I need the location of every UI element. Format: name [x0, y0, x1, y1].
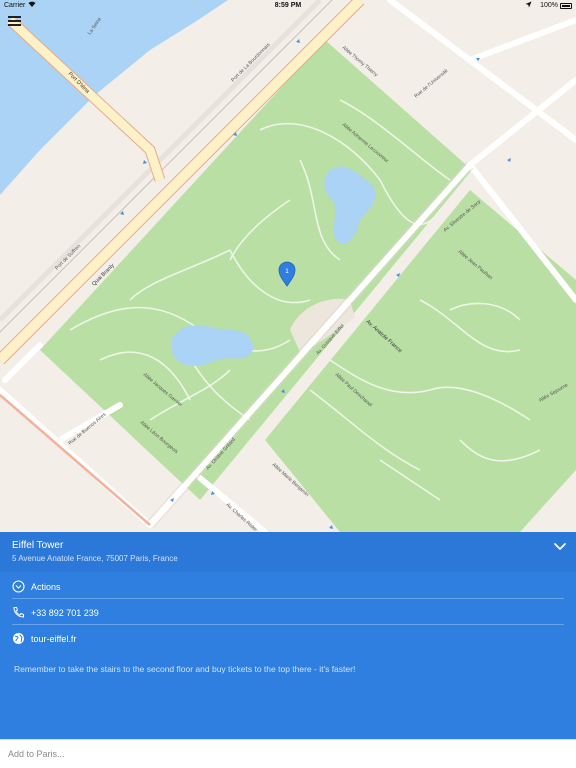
website-link[interactable]: tour-eiffel.fr [31, 634, 76, 644]
actions-row[interactable]: Actions [12, 573, 564, 599]
map-view[interactable]: La Seine Port D'Iéna Port de La Bourdonn… [0, 0, 576, 532]
phone-row[interactable]: +33 892 701 239 [12, 599, 564, 625]
map-canvas[interactable]: La Seine Port D'Iéna Port de La Bourdonn… [0, 0, 576, 532]
clock: 8:59 PM [274, 2, 302, 9]
phone-icon [12, 606, 25, 619]
globe-icon [12, 632, 25, 645]
status-bar: Carrier 8:59 PM 100% [0, 0, 576, 12]
location-arrow-icon [525, 1, 532, 10]
add-place-input[interactable] [8, 746, 568, 762]
battery-percent: 100% [540, 2, 558, 9]
place-info-panel: Eiffel Tower 5 Avenue Anatole France, 75… [0, 532, 576, 739]
hamburger-menu-icon[interactable] [8, 14, 22, 28]
add-place-bar [0, 739, 576, 768]
chevron-circle-icon [12, 580, 25, 593]
battery-icon [560, 3, 572, 9]
place-note: Remember to take the stairs to the secon… [14, 664, 356, 674]
pin-number: 1 [285, 268, 289, 275]
phone-number: +33 892 701 239 [31, 608, 99, 618]
place-header[interactable]: Eiffel Tower 5 Avenue Anatole France, 75… [0, 532, 576, 572]
place-name: Eiffel Tower [12, 540, 64, 551]
place-address: 5 Avenue Anatole France, 75007 Paris, Fr… [12, 554, 178, 563]
actions-label: Actions [31, 582, 61, 592]
app-screen: La Seine Port D'Iéna Port de La Bourdonn… [0, 0, 576, 768]
chevron-down-icon[interactable] [552, 540, 568, 554]
website-row[interactable]: tour-eiffel.fr [12, 625, 564, 651]
